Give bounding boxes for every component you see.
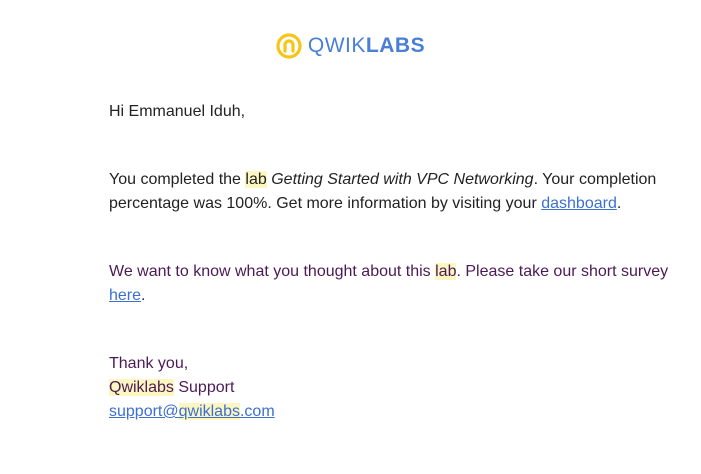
qwiklabs-logo-icon [276,33,302,59]
thanks-text: Thank you, [109,355,189,372]
greeting: Hi Emmanuel Iduh, [109,103,246,120]
survey-link[interactable]: here [109,287,141,304]
dashboard-link[interactable]: dashboard [541,195,617,212]
highlight-lab: lab [435,263,457,280]
support-signature: Qwiklabs Support [109,379,235,396]
course-title: Getting Started with VPC Networking [271,171,534,188]
completion-paragraph: You completed the lab Getting Started wi… [109,171,657,212]
highlight-lab: lab [245,171,267,188]
qwiklabs-logo: QWIKLABS [0,30,701,62]
logo-wordmark: QWIKLABS [307,34,426,57]
signoff: Thank you, Qwiklabs Support support@qwik… [109,352,669,424]
highlight-brand: Qwiklabs [109,379,174,396]
survey-paragraph: We want to know what you thought about t… [109,263,669,304]
support-email-link[interactable]: support@qwiklabs.com [109,400,669,424]
